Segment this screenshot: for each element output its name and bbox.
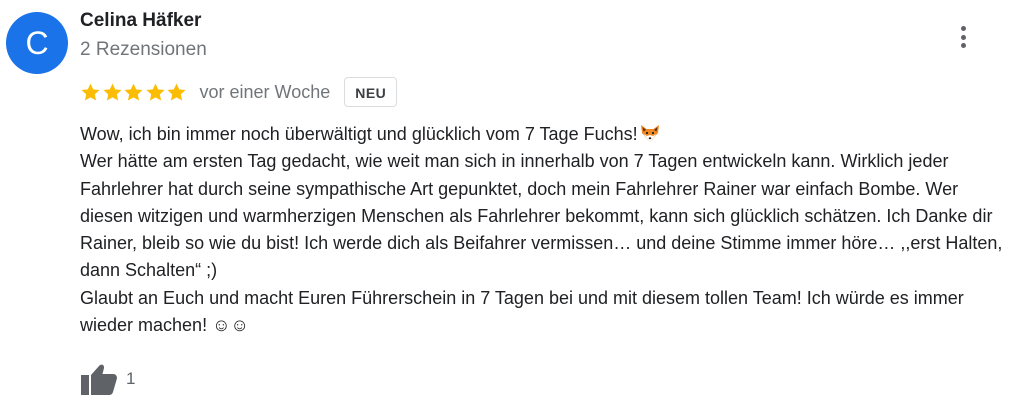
review-card: C Celina Häfker 2 Rezensionen vor einer … (0, 0, 1024, 403)
review-line: Wow, ich bin immer noch überwältigt und … (80, 124, 638, 144)
star-icon (145, 83, 165, 101)
fox-face-icon (640, 125, 659, 142)
thumbs-up-icon (81, 364, 117, 395)
author-name[interactable]: Celina Häfker (80, 10, 201, 32)
star-icon (167, 83, 186, 101)
more-vert-icon-dot (961, 34, 966, 40)
star-icon (124, 83, 143, 101)
like-count: 1 (126, 369, 136, 388)
author-review-count: 2 Rezensionen (80, 39, 207, 60)
more-vert-icon (961, 26, 966, 31)
new-badge: NEU (344, 77, 398, 107)
more-vert-icon-dot (961, 43, 966, 48)
star-rating (80, 82, 188, 103)
more-options-button[interactable] (950, 20, 976, 54)
review-text: Wow, ich bin immer noch überwältigt und … (80, 121, 1015, 339)
like-button[interactable]: 1 (80, 362, 135, 396)
avatar[interactable]: C (6, 12, 68, 74)
review-paragraph: Glaubt an Euch und macht Euren Führersch… (80, 287, 964, 336)
review-paragraph: Wer hätte am ersten Tag gedacht, wie wei… (80, 151, 1003, 281)
review-paragraph: Wow, ich bin immer noch überwältigt und … (80, 121, 1015, 148)
star-icon (102, 83, 122, 101)
rating-row: vor einer Woche NEU (80, 76, 398, 108)
star-icon (81, 83, 100, 101)
review-date: vor einer Woche (199, 81, 331, 102)
